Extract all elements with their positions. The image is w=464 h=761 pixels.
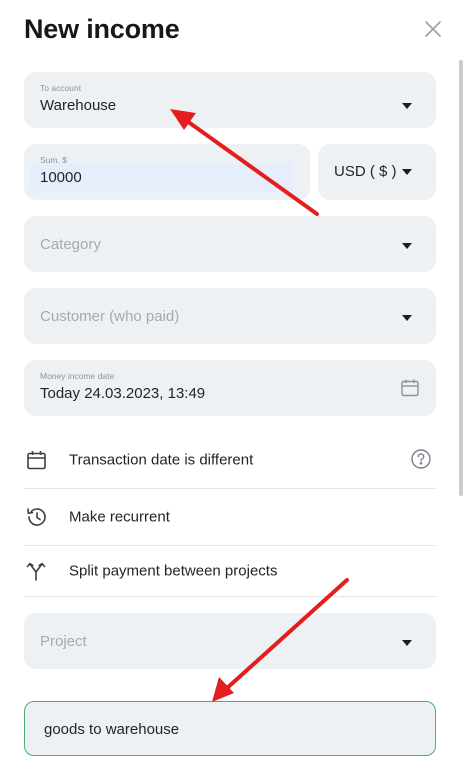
chevron-down-icon xyxy=(402,315,412,321)
transaction-date-toggle[interactable]: Transaction date is different xyxy=(24,435,436,485)
close-icon[interactable] xyxy=(423,19,443,39)
customer-placeholder: Customer (who paid) xyxy=(40,308,180,325)
modal-title: New income xyxy=(24,14,180,44)
project-placeholder: Project xyxy=(40,633,87,650)
scrollbar[interactable] xyxy=(459,60,463,496)
chevron-down-icon xyxy=(402,103,412,109)
income-date-value: Today 24.03.2023, 13:49 xyxy=(40,385,206,402)
help-icon[interactable] xyxy=(410,448,432,470)
make-recurrent-label: Make recurrent xyxy=(69,508,170,526)
chevron-down-icon xyxy=(402,640,412,646)
currency-value: USD ( $ ) xyxy=(334,163,397,180)
divider xyxy=(24,488,436,489)
income-date-label: Money income date xyxy=(40,371,115,381)
to-account-label: To account xyxy=(40,83,82,93)
chevron-down-icon xyxy=(402,169,412,175)
history-icon xyxy=(24,505,48,529)
comment-input[interactable]: goods to warehouse xyxy=(24,701,436,756)
calendar-icon[interactable] xyxy=(400,378,420,398)
currency-select[interactable]: USD ( $ ) xyxy=(318,144,436,200)
income-date-field[interactable]: Money income date Today 24.03.2023, 13:4… xyxy=(24,360,436,416)
split-payment-label: Split payment between projects xyxy=(69,562,278,580)
to-account-value: Warehouse xyxy=(40,97,117,114)
chevron-down-icon xyxy=(402,243,412,249)
sum-input[interactable]: 10000 xyxy=(40,169,82,186)
calendar-icon xyxy=(24,448,48,472)
project-select[interactable]: Project xyxy=(24,613,436,669)
customer-select[interactable]: Customer (who paid) xyxy=(24,288,436,344)
transaction-date-label: Transaction date is different xyxy=(69,451,254,469)
divider xyxy=(24,596,436,597)
comment-value: goods to warehouse xyxy=(44,721,180,738)
category-select[interactable]: Category xyxy=(24,216,436,272)
split-icon xyxy=(24,559,48,583)
make-recurrent-toggle[interactable]: Make recurrent xyxy=(24,492,436,542)
category-placeholder: Category xyxy=(40,236,101,253)
to-account-select[interactable]: To account Warehouse xyxy=(24,72,436,128)
split-payment-toggle[interactable]: Split payment between projects xyxy=(24,546,436,596)
